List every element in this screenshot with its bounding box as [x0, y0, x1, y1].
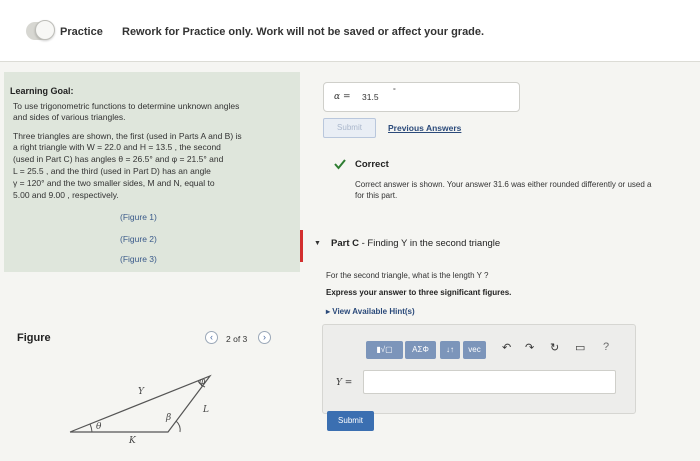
y-answer-input[interactable] — [363, 370, 616, 394]
part-c-title[interactable]: Part C - Finding Y in the second triangl… — [331, 238, 500, 249]
description-line: L = 25.5 , and the third (used in Part D… — [13, 166, 211, 176]
description-line: Three triangles are shown, the first (us… — [13, 131, 242, 141]
hints-label: View Available Hint(s) — [332, 307, 415, 316]
theta-arc — [89, 423, 93, 433]
figure-2-link[interactable]: (Figure 2) — [120, 234, 157, 244]
description-line: γ = 120° and the two smaller sides, M an… — [13, 178, 215, 188]
check-icon — [334, 159, 346, 170]
description-line: a right triangle with W = 22.0 and H = 1… — [13, 142, 221, 152]
triangle-outline — [69, 374, 212, 433]
correct-message-line: Correct answer is shown. Your answer 31.… — [355, 180, 652, 189]
beta-arc — [175, 420, 181, 433]
reset-icon[interactable]: ↻ — [550, 341, 559, 354]
figure-pager-text: 2 of 3 — [226, 334, 248, 344]
learning-goal-line: To use trigonometric functions to determ… — [13, 101, 240, 111]
k-side-label: K — [128, 436, 137, 446]
previous-answer-box — [323, 82, 520, 112]
help-icon[interactable]: ? — [603, 341, 609, 353]
figure-1-link[interactable]: (Figure 1) — [120, 212, 157, 222]
part-c-subtitle: - Finding Y in the second triangle — [358, 238, 501, 249]
triangle-figure: θ φ Y L β K — [69, 374, 212, 446]
correct-message-line: for this part. — [355, 191, 398, 200]
y-side-label: Y — [138, 387, 145, 397]
theta-label: θ — [96, 422, 102, 432]
correct-status-title: Correct — [355, 159, 389, 170]
undo-icon[interactable]: ↶ — [502, 341, 511, 354]
submit-button[interactable]: Submit — [327, 411, 374, 431]
figure-next-button[interactable]: › — [258, 331, 271, 344]
beta-label: β — [165, 413, 171, 423]
redo-icon[interactable]: ↷ — [525, 341, 534, 354]
correct-status-message: Correct answer is shown. Your answer 31.… — [355, 179, 700, 201]
description-line: (used in Part C) has angles θ = 26.5° an… — [13, 154, 224, 164]
submit-button-disabled[interactable]: Submit — [323, 118, 376, 138]
figure-3-link[interactable]: (Figure 3) — [120, 254, 157, 264]
previous-answers-link[interactable]: Previous Answers — [388, 123, 461, 133]
part-c-instruction: Express your answer to three significant… — [326, 288, 512, 297]
y-input-label: Y = — [336, 378, 353, 388]
learning-goal-line: and sides of various triangles. — [13, 112, 126, 122]
part-c-label: Part C — [331, 238, 359, 249]
figure-prev-button[interactable]: ‹ — [205, 331, 218, 344]
answer-panel — [322, 324, 636, 414]
greek-symbols-button[interactable]: ΑΣΦ — [405, 341, 436, 359]
figure-title: Figure — [17, 332, 51, 344]
vector-button[interactable]: vec — [463, 341, 486, 359]
learning-goal-title: Learning Goal: — [10, 86, 74, 96]
l-side-label: L — [202, 405, 209, 415]
rework-message: Rework for Practice only. Work will not … — [122, 26, 485, 38]
part-c-question: For the second triangle, what is the len… — [326, 271, 489, 280]
practice-toggle-label: Practice — [60, 26, 103, 38]
previous-answer-value: 31.5 — [362, 92, 379, 102]
part-c-indicator — [300, 230, 303, 262]
description-line: 5.00 and 9.00 , respectively. — [13, 190, 119, 200]
sort-button[interactable]: ↓↑ — [440, 341, 460, 359]
phi-label: φ — [199, 377, 206, 387]
alpha-label: α = — [334, 92, 351, 102]
keyboard-icon[interactable]: ▭ — [575, 341, 585, 354]
templates-button[interactable]: ▮√▢ — [366, 341, 403, 359]
degree-symbol: ° — [393, 88, 396, 95]
collapse-arrow-icon[interactable]: ▼ — [314, 240, 321, 247]
practice-toggle-knob[interactable] — [35, 20, 55, 40]
view-hints-link[interactable]: ▸ View Available Hint(s) — [326, 307, 415, 316]
